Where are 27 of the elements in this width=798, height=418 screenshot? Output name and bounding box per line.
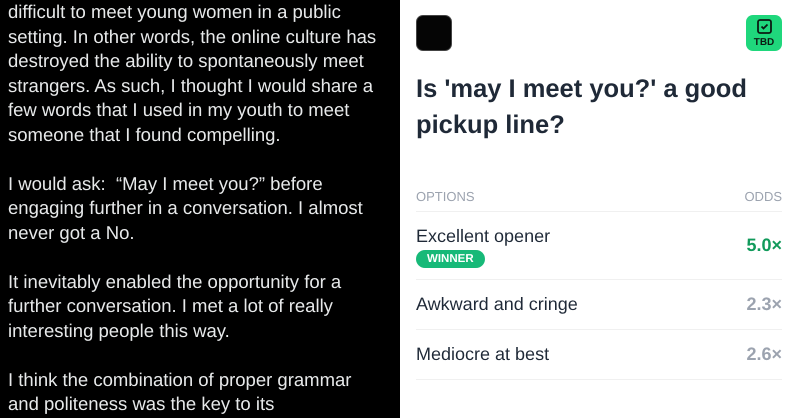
post-text-line: I think the combination of proper grammar bbox=[8, 368, 352, 392]
status-text: TBD bbox=[754, 38, 774, 48]
post-text-line: further conversation. I met a lot of really bbox=[8, 294, 334, 318]
option-label: Excellent opener bbox=[416, 224, 550, 248]
post-thumbnail bbox=[416, 15, 452, 51]
post-text-line: I would ask: “May I meet you?” before bbox=[8, 172, 324, 196]
post-text-line: interesting people this way. bbox=[8, 318, 231, 343]
post-text-line: difficult to meet young women in a public bbox=[8, 0, 342, 24]
checkbox-icon bbox=[756, 18, 772, 34]
post-text-line: few words that I used in my youth to meet bbox=[8, 98, 350, 122]
post-text-line: and politeness was the key to its bbox=[8, 392, 276, 416]
column-header: OPTIONS bbox=[416, 188, 475, 206]
option-label: Mediocre at best bbox=[416, 342, 550, 366]
column-header: ODDS bbox=[744, 188, 782, 206]
odds-value: 2.6× bbox=[746, 342, 782, 366]
post-text-line: destroyed the ability to spontaneously meet bbox=[8, 49, 365, 73]
post-text-line: never got a No. bbox=[8, 220, 136, 245]
odds-value: 5.0× bbox=[746, 234, 782, 256]
post-text-line: strangers. As such, I thought I would share a bbox=[8, 74, 374, 98]
post-text-line: engaging further in a conversation. I almost bbox=[8, 196, 364, 220]
post-text-line: It inevitably enabled the opportunity for a bbox=[8, 270, 342, 294]
question-title: Is 'may I meet you?' a good pickup line? bbox=[416, 74, 748, 141]
option-label: Awkward and cringe bbox=[416, 292, 578, 316]
winner-badge: WINNER bbox=[416, 250, 485, 268]
post-text-line: someone that I found compelling. bbox=[8, 122, 282, 147]
post-text-line: setting. In other words, the online culture has bbox=[8, 24, 378, 49]
odds-value: 2.3× bbox=[746, 292, 782, 316]
